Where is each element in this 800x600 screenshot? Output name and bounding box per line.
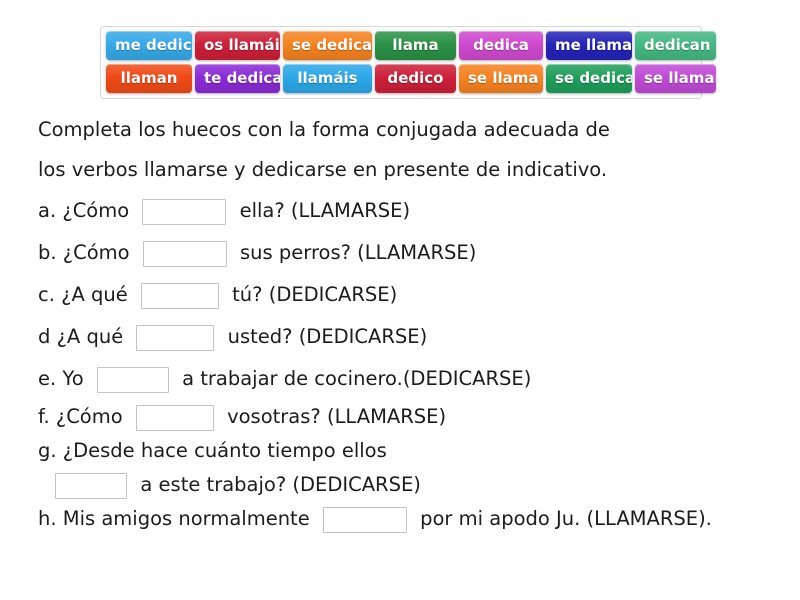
word-tile[interactable]: se llaman xyxy=(635,64,716,93)
word-tile[interactable]: se dedican xyxy=(283,31,372,60)
instruction-line-2: los verbos llamarse y dedicarse en prese… xyxy=(38,158,608,181)
question-a-text-before: a. ¿Cómo xyxy=(38,199,130,222)
question-a: a. ¿Cómo ella? (LLAMARSE) xyxy=(38,190,783,232)
question-e-text-before: e. Yo xyxy=(38,367,84,390)
word-tile[interactable]: os llamáis xyxy=(195,31,280,60)
word-bank-row-2: llaman te dedicas llamáis dedico se llam… xyxy=(104,64,716,93)
answer-input-c[interactable] xyxy=(140,282,219,309)
question-g-continued: a este trabajo? (DEDICARSE) xyxy=(38,468,783,502)
word-tile[interactable]: me llaman xyxy=(546,31,632,60)
word-bank-row-1: me dedico os llamáis se dedican llama de… xyxy=(104,31,716,60)
word-tile[interactable]: dedica xyxy=(459,31,543,60)
word-tile[interactable]: llaman xyxy=(106,64,192,93)
question-c-text-before: c. ¿A qué xyxy=(38,283,128,306)
question-d-text-after: usted? (DEDICARSE) xyxy=(227,325,428,348)
question-c: c. ¿A qué tú? (DEDICARSE) xyxy=(38,274,783,316)
question-f: f. ¿Cómo vosotras? (LLAMARSE) xyxy=(38,400,783,434)
question-h-text-before: h. Mis amigos normalmente xyxy=(38,507,310,530)
word-tile[interactable]: se llama xyxy=(459,64,543,93)
word-tile[interactable]: dedican xyxy=(635,31,716,60)
question-b: b. ¿Cómo sus perros? (LLAMARSE) xyxy=(38,232,783,274)
word-tile[interactable]: dedico xyxy=(375,64,456,93)
question-g-text-before: g. ¿Desde hace cuánto tiempo ellos xyxy=(38,439,387,462)
question-h-text-after: por mi apodo Ju. (LLAMARSE). xyxy=(420,507,712,530)
question-e: e. Yo a trabajar de cocinero.(DEDICARSE) xyxy=(38,358,783,400)
exercise-body: Completa los huecos con la forma conjuga… xyxy=(38,110,783,536)
question-h: h. Mis amigos normalmente por mi apodo J… xyxy=(38,502,783,536)
word-tile[interactable]: me dedico xyxy=(106,31,192,60)
question-e-text-after: a trabajar de cocinero.(DEDICARSE) xyxy=(182,367,532,390)
word-bank: me dedico os llamáis se dedican llama de… xyxy=(100,26,716,99)
instruction-line-1: Completa los huecos con la forma conjuga… xyxy=(38,118,610,141)
word-tile[interactable]: llama xyxy=(375,31,456,60)
answer-input-f[interactable] xyxy=(135,404,214,431)
question-d: d ¿A qué usted? (DEDICARSE) xyxy=(38,316,783,358)
answer-input-g[interactable] xyxy=(55,472,128,499)
answer-input-a[interactable] xyxy=(142,198,227,225)
question-b-text-after: sus perros? (LLAMARSE) xyxy=(240,241,477,264)
word-tile[interactable]: llamáis xyxy=(283,64,372,93)
question-d-text-before: d ¿A qué xyxy=(38,325,124,348)
question-g: g. ¿Desde hace cuánto tiempo ellos xyxy=(38,434,783,468)
question-f-text-after: vosotras? (LLAMARSE) xyxy=(227,405,447,428)
answer-input-e[interactable] xyxy=(96,366,169,393)
question-a-text-after: ella? (LLAMARSE) xyxy=(239,199,411,222)
question-g-text-after: a este trabajo? (DEDICARSE) xyxy=(140,473,421,496)
question-c-text-after: tú? (DEDICARSE) xyxy=(232,283,398,306)
question-f-text-before: f. ¿Cómo xyxy=(38,405,123,428)
answer-input-h[interactable] xyxy=(322,506,407,533)
answer-input-d[interactable] xyxy=(136,324,215,351)
question-b-text-before: b. ¿Cómo xyxy=(38,241,130,264)
answer-input-b[interactable] xyxy=(142,240,227,267)
word-tile[interactable]: se dedica xyxy=(546,64,632,93)
word-tile[interactable]: te dedicas xyxy=(195,64,280,93)
